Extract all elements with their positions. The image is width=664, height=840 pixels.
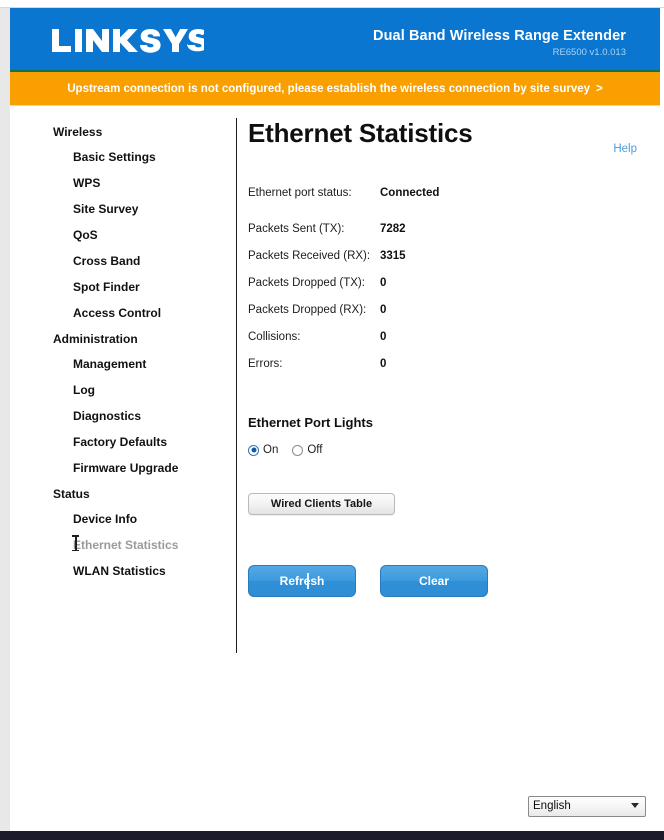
clear-button[interactable]: Clear xyxy=(380,565,488,597)
router-admin-page: ™ Dual Band Wireless Range Extender RE65… xyxy=(0,0,664,840)
stat-row-packets-received: Packets Received (RX): 3315 xyxy=(248,249,660,263)
product-name: Dual Band Wireless Range Extender xyxy=(373,28,626,44)
stat-label-packets-dropped-tx: Packets Dropped (TX): xyxy=(248,277,365,289)
sidebar-item-access-control[interactable]: Access Control xyxy=(10,305,236,321)
stat-row-port-status: Ethernet port status: Connected xyxy=(248,186,660,200)
stat-label-collisions: Collisions: xyxy=(248,331,301,343)
stat-value-packets-dropped-rx: 0 xyxy=(380,304,387,316)
upstream-notice-banner[interactable]: Upstream connection is not configured, p… xyxy=(10,72,660,106)
stat-label-errors: Errors: xyxy=(248,358,283,370)
sidebar-item-qos[interactable]: QoS xyxy=(10,227,236,243)
stat-label-packets-dropped-rx: Packets Dropped (RX): xyxy=(248,304,367,316)
action-button-row: Refresh Clear xyxy=(248,565,660,597)
page-title: Ethernet Statistics xyxy=(248,118,473,148)
linksys-logo[interactable]: ™ xyxy=(52,28,204,54)
wired-clients-table-button[interactable]: Wired Clients Table xyxy=(248,493,395,515)
stat-row-packets-dropped-tx: Packets Dropped (TX): 0 xyxy=(248,276,660,290)
refresh-button[interactable]: Refresh xyxy=(248,565,356,597)
product-identity: Dual Band Wireless Range Extender RE6500… xyxy=(373,28,626,60)
product-model-version: RE6500 v1.0.013 xyxy=(552,47,626,58)
main-panel: Ethernet Statistics Help Ethernet port s… xyxy=(248,106,660,597)
sidebar-item-management[interactable]: Management xyxy=(10,356,236,372)
window-top-edge xyxy=(0,0,664,8)
language-select[interactable]: English xyxy=(528,796,646,817)
page-left-gutter xyxy=(0,8,10,832)
sidebar-item-diagnostics[interactable]: Diagnostics xyxy=(10,408,236,424)
page-header: ™ Dual Band Wireless Range Extender RE65… xyxy=(10,8,660,72)
sidebar-item-ethernet-statistics[interactable]: Ethernet Statistics xyxy=(10,535,236,553)
radio-on-indicator[interactable] xyxy=(248,444,259,456)
sidebar-group-wireless: Wireless xyxy=(53,125,103,139)
port-lights-on-label: On xyxy=(263,444,279,456)
stat-value-port-status: Connected xyxy=(380,187,440,199)
stat-label-packets-sent: Packets Sent (TX): xyxy=(248,223,345,235)
sidebar-nav: Wireless Basic Settings WPS Site Survey … xyxy=(10,106,236,589)
ethernet-port-lights-heading: Ethernet Port Lights xyxy=(248,415,373,430)
stat-row-errors: Errors: 0 xyxy=(248,357,660,371)
stat-label-port-status: Ethernet port status: xyxy=(248,187,352,199)
radio-off-indicator[interactable] xyxy=(292,444,304,456)
sidebar-item-spot-finder[interactable]: Spot Finder xyxy=(10,279,236,295)
help-link[interactable]: Help xyxy=(613,142,637,156)
page-right-gutter xyxy=(660,8,664,832)
port-lights-radio-on[interactable]: On xyxy=(248,443,278,457)
stat-value-collisions: 0 xyxy=(380,331,387,343)
sidebar-item-ethernet-statistics-label: Ethernet Statistics xyxy=(73,538,179,552)
sidebar-item-wps[interactable]: WPS xyxy=(10,175,236,191)
chevron-right-icon[interactable]: > xyxy=(596,83,603,95)
stat-row-packets-dropped-rx: Packets Dropped (RX): 0 xyxy=(248,303,660,317)
stat-row-collisions: Collisions: 0 xyxy=(248,330,660,344)
stat-value-packets-sent: 7282 xyxy=(380,223,406,235)
sidebar-item-basic-settings[interactable]: Basic Settings xyxy=(10,149,236,165)
sidebar-content-divider xyxy=(236,118,237,653)
stat-value-packets-received: 3315 xyxy=(380,250,406,262)
stat-label-packets-received: Packets Received (RX): xyxy=(248,250,371,262)
logo-trademark-glyph: ™ xyxy=(197,31,204,38)
stat-value-packets-dropped-tx: 0 xyxy=(380,277,387,289)
sidebar-item-log[interactable]: Log xyxy=(10,382,236,398)
page-title-row: Ethernet Statistics Help xyxy=(248,116,660,164)
sidebar-group-administration: Administration xyxy=(53,332,138,346)
refresh-button-label: Refresh xyxy=(279,574,325,588)
sidebar-item-cross-band[interactable]: Cross Band xyxy=(10,253,236,269)
stat-value-errors: 0 xyxy=(380,358,387,370)
language-selector-wrap: English xyxy=(528,796,646,817)
port-lights-radio-group: On Off xyxy=(248,443,660,457)
port-lights-off-label: Off xyxy=(307,444,323,456)
text-caret-icon xyxy=(307,573,309,589)
sidebar-item-wlan-statistics[interactable]: WLAN Statistics xyxy=(10,563,236,579)
sidebar-group-status: Status xyxy=(53,487,90,501)
upstream-notice-text[interactable]: Upstream connection is not configured, p… xyxy=(67,83,590,95)
ethernet-statistics-list: Ethernet port status: Connected Packets … xyxy=(248,186,660,371)
sidebar-item-device-info[interactable]: Device Info xyxy=(10,511,236,527)
port-lights-radio-off[interactable]: Off xyxy=(292,443,322,457)
clear-button-label: Clear xyxy=(418,574,450,588)
window-bottom-bar xyxy=(0,831,664,840)
sidebar-item-factory-defaults[interactable]: Factory Defaults xyxy=(10,434,236,450)
sidebar-item-firmware-upgrade[interactable]: Firmware Upgrade xyxy=(10,460,236,476)
stat-row-packets-sent: Packets Sent (TX): 7282 xyxy=(248,222,660,236)
page-content: Wireless Basic Settings WPS Site Survey … xyxy=(10,106,660,831)
sidebar-item-site-survey[interactable]: Site Survey xyxy=(10,201,236,217)
